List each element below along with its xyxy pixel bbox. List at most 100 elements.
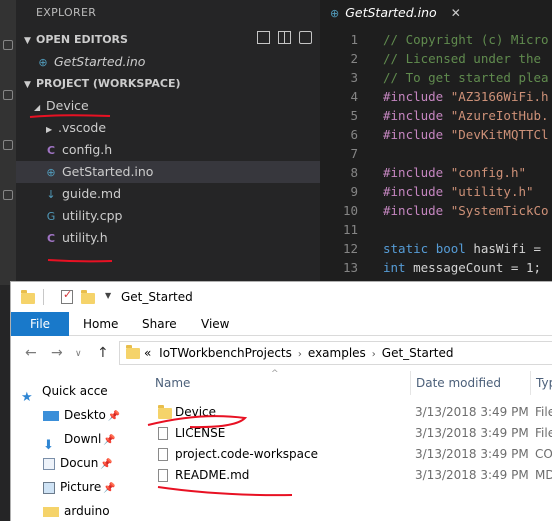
- arduino-file-icon: ⊕: [38, 56, 48, 69]
- vscode-window: EXPLORER ▼ OPEN EDITORS ⊕ GetStarted.ino ▼…: [0, 0, 552, 285]
- breadcrumb-item[interactable]: Get_Started: [382, 346, 454, 360]
- chevron-down-icon[interactable]: ▼: [105, 291, 111, 300]
- activity-icon[interactable]: [3, 40, 13, 50]
- code-line[interactable]: 10 #include "SystemTickCo: [320, 201, 549, 220]
- code-editor[interactable]: ⊕ GetStarted.ino ✕ 1 // Copyright (c) Micro…: [320, 0, 552, 285]
- tree-item-getstarted-ino[interactable]: ⊕ GetStarted.ino: [16, 161, 320, 183]
- nav-item-pictures[interactable]: Picture 📌: [11, 475, 123, 499]
- code-line[interactable]: 9 #include "utility.h": [320, 182, 534, 201]
- nav-label: arduino: [64, 504, 110, 518]
- pin-icon[interactable]: 📌: [103, 483, 115, 494]
- close-icon[interactable]: ✕: [451, 6, 461, 20]
- code-line[interactable]: 12 static bool hasWifi =: [320, 239, 549, 258]
- chevron-down-icon: ◢: [34, 103, 41, 112]
- code-line[interactable]: 3 // To get started plea: [320, 68, 549, 87]
- forward-arrow-icon[interactable]: →: [51, 345, 63, 361]
- chevron-down-icon[interactable]: ∨: [75, 349, 82, 359]
- up-arrow-icon[interactable]: ↑: [97, 345, 109, 361]
- breadcrumb-item[interactable]: IoTWorkbenchProjects: [159, 346, 292, 360]
- chevron-right-icon[interactable]: ›: [298, 349, 302, 360]
- arduino-file-icon: ⊕: [330, 7, 340, 20]
- code-line[interactable]: 11: [320, 220, 383, 239]
- code-text: // To get started plea: [383, 70, 549, 85]
- open-editors-actions: [257, 31, 312, 44]
- code-line[interactable]: 6 #include "DevKitMQTTCl: [320, 125, 549, 144]
- file-row-device[interactable]: Device 3/13/2018 3:49 PM File: [151, 402, 552, 423]
- ribbon-tabs: File Home Share View: [11, 312, 552, 336]
- document-icon: [158, 427, 168, 440]
- open-editors-title: OPEN EDITORS: [36, 33, 128, 46]
- pin-icon[interactable]: 📌: [103, 435, 115, 446]
- line-number: 3: [350, 70, 358, 85]
- file-row-readme[interactable]: README.md 3/13/2018 3:49 PM MD: [151, 465, 552, 486]
- activity-icon[interactable]: [3, 190, 13, 200]
- tree-item-vscode[interactable]: ▶ .vscode: [16, 117, 320, 139]
- tab-share[interactable]: Share: [142, 312, 177, 336]
- code-line[interactable]: 8 #include "config.h": [320, 163, 526, 182]
- editor-tab[interactable]: ⊕ GetStarted.ino ✕: [320, 0, 552, 26]
- new-folder-icon[interactable]: [81, 290, 95, 304]
- code-line[interactable]: 13 int messageCount = 1;: [320, 258, 541, 277]
- line-number: 10: [342, 203, 358, 218]
- file-name: LICENSE: [175, 426, 226, 440]
- column-header-name[interactable]: Name: [155, 376, 190, 390]
- file-row-license[interactable]: LICENSE 3/13/2018 3:49 PM File: [151, 423, 552, 444]
- code-text: #include "DevKitMQTTCl: [383, 127, 549, 142]
- line-number: 8: [350, 165, 358, 180]
- tree-item-utility-h[interactable]: Cutility.h: [16, 227, 320, 249]
- tab-view[interactable]: View: [201, 312, 229, 336]
- code-line[interactable]: 4 #include "AZ3166WiFi.h: [320, 87, 548, 106]
- nav-item-desktop[interactable]: Deskto 📌: [11, 403, 123, 427]
- tab-file[interactable]: File: [11, 312, 69, 336]
- file-date: 3/13/2018 3:49 PM: [415, 405, 529, 419]
- column-divider[interactable]: [530, 371, 531, 395]
- open-editor-item[interactable]: ⊕ GetStarted.ino: [16, 51, 320, 73]
- nav-item-documents[interactable]: Docun 📌: [11, 451, 123, 475]
- tree-item-config-h[interactable]: Cconfig.h: [16, 139, 320, 161]
- address-bar[interactable]: « IoTWorkbenchProjects › examples › Get_Star…: [119, 341, 552, 365]
- code-text: #include "utility.h": [383, 184, 534, 199]
- code-line[interactable]: 1 // Copyright (c) Micro: [320, 30, 549, 49]
- activity-icon[interactable]: [3, 140, 13, 150]
- pin-icon[interactable]: 📌: [108, 411, 120, 422]
- file-type: File: [535, 426, 552, 440]
- code-line[interactable]: 7: [320, 144, 383, 163]
- code-text: // Copyright (c) Micro: [383, 32, 549, 47]
- code-line[interactable]: 5 #include "AzureIotHub.: [320, 106, 549, 125]
- line-number: 4: [350, 89, 358, 104]
- close-all-icon[interactable]: [299, 31, 312, 44]
- line-number: 12: [342, 241, 358, 256]
- code-line[interactable]: 2 // Licensed under the: [320, 49, 549, 68]
- open-editor-label: GetStarted.ino: [54, 54, 146, 69]
- line-number: 9: [350, 184, 358, 199]
- explorer-sidebar: EXPLORER ▼ OPEN EDITORS ⊕ GetStarted.ino ▼…: [16, 0, 320, 285]
- code-text: #include "AzureIotHub.: [383, 108, 549, 123]
- nav-item-downloads[interactable]: ⬇ Downl 📌: [11, 427, 123, 451]
- arduino-file-icon: ⊕: [46, 166, 56, 179]
- save-all-icon[interactable]: [257, 31, 270, 44]
- column-divider[interactable]: [410, 371, 411, 395]
- pin-icon[interactable]: 📌: [100, 459, 112, 470]
- tree-item-device[interactable]: ◢ Device: [16, 95, 320, 117]
- tree-item-utility-cpp[interactable]: Gutility.cpp: [16, 205, 320, 227]
- file-name: Device: [175, 405, 217, 419]
- nav-item-arduino[interactable]: arduino: [11, 499, 123, 521]
- file-explorer-window: ▼ Get_Started File Home Share View ← → ∨…: [10, 281, 552, 521]
- chevron-right-icon[interactable]: ›: [372, 349, 376, 360]
- c-icon: C: [46, 232, 56, 245]
- toggle-layout-icon[interactable]: [278, 31, 291, 44]
- file-row-workspace[interactable]: project.code-workspace 3/13/2018 3:49 PM…: [151, 444, 552, 465]
- column-header-date[interactable]: Date modified: [416, 376, 501, 390]
- breadcrumb-item[interactable]: examples: [308, 346, 366, 360]
- breadcrumb-overflow[interactable]: «: [144, 346, 151, 360]
- tab-home[interactable]: Home: [83, 312, 118, 336]
- column-header-type[interactable]: Typ: [536, 376, 552, 390]
- activity-icon[interactable]: [3, 90, 13, 100]
- activity-bar: [0, 0, 16, 285]
- back-arrow-icon[interactable]: ←: [25, 345, 37, 361]
- properties-icon[interactable]: [61, 288, 73, 304]
- editor-tab-label: GetStarted.ino: [345, 5, 437, 20]
- project-section[interactable]: ▼ PROJECT (WORKSPACE): [16, 73, 320, 95]
- tree-item-guide-md[interactable]: ↓ guide.md: [16, 183, 320, 205]
- nav-item-quick-access[interactable]: ★ Quick acce: [11, 379, 123, 403]
